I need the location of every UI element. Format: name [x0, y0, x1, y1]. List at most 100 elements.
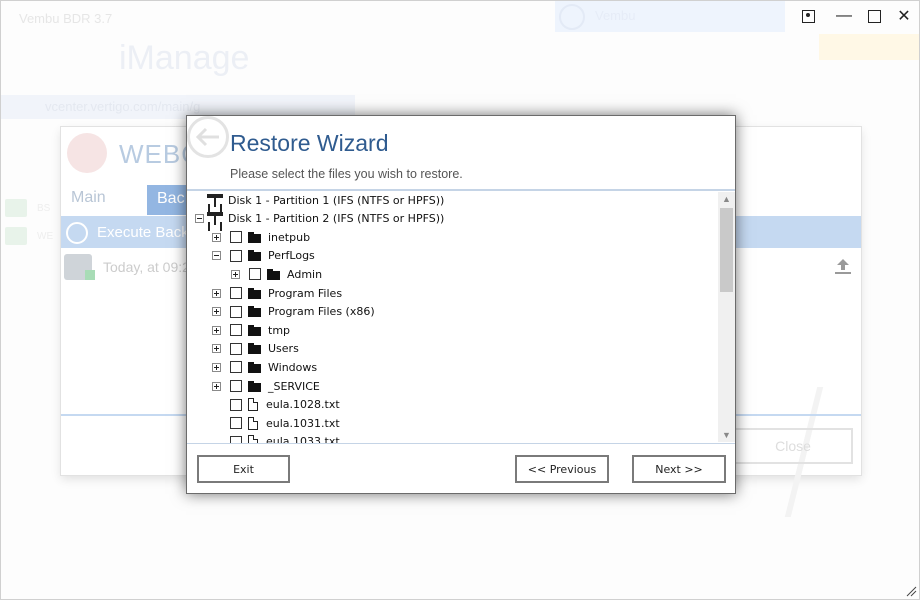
background-notice: [819, 34, 919, 60]
background-tab-main: Main: [71, 189, 106, 206]
background-close-button: Close: [733, 428, 853, 464]
folder-icon: [248, 306, 261, 318]
user-account-icon[interactable]: [797, 7, 819, 25]
tree-item-label: tmp: [268, 323, 291, 337]
tree-row[interactable]: eula.1031.txt: [212, 414, 340, 432]
select-checkbox[interactable]: [230, 398, 242, 411]
background-side-text-1: BS: [37, 203, 51, 214]
tree-row[interactable]: Program Files (x86): [212, 303, 375, 321]
tree-row[interactable]: _SERVICE: [212, 377, 320, 395]
resize-grip-icon[interactable]: [905, 585, 917, 597]
select-checkbox[interactable]: [230, 249, 242, 262]
folder-icon: [267, 268, 280, 280]
background-tab-text: vcenter.vertigo.com/main/g: [45, 99, 201, 114]
tree-item-label: eula.1033.txt: [266, 435, 340, 443]
banner-logo-icon: [559, 4, 585, 30]
tree-item-label: inetpub: [268, 230, 311, 244]
expand-toggle-icon[interactable]: [212, 307, 221, 317]
tree-row[interactable]: Admin: [231, 265, 322, 283]
dialog-subtitle: Please select the files you wish to rest…: [230, 167, 463, 181]
select-checkbox[interactable]: [230, 287, 242, 299]
folder-icon: [248, 250, 261, 262]
scroll-up-arrow-icon[interactable]: ▲: [718, 192, 735, 206]
tree-item-label: Program Files (x86): [268, 305, 375, 319]
expand-toggle-icon[interactable]: [212, 381, 221, 391]
close-window-button[interactable]: ✕: [893, 7, 915, 25]
background-banner: Vembu: [555, 1, 785, 32]
select-checkbox[interactable]: [249, 268, 261, 281]
tree-item-label: eula.1028.txt: [266, 398, 340, 412]
background-logo-icon: [67, 133, 107, 173]
back-arrow-glyph: [195, 127, 219, 147]
next-button[interactable]: Next >>: [632, 455, 726, 483]
tree-row[interactable]: Disk 1 - Partition 2 (IFS (NTFS or HPFS)…: [195, 210, 444, 228]
upload-icon: [835, 259, 851, 274]
server-icon: [64, 254, 95, 280]
file-icon: [248, 416, 258, 430]
previous-button[interactable]: << Previous: [515, 455, 609, 483]
select-checkbox[interactable]: [230, 342, 242, 355]
expand-toggle-icon[interactable]: [231, 269, 240, 279]
select-checkbox[interactable]: [230, 361, 242, 374]
folder-icon: [248, 287, 261, 299]
background-side-text-2: WE: [37, 231, 54, 242]
tree-row[interactable]: tmp: [212, 321, 290, 339]
folder-icon: [248, 343, 261, 355]
collapse-toggle-icon[interactable]: [212, 251, 221, 261]
background-brand: iManage: [119, 39, 250, 77]
expand-toggle-icon[interactable]: [212, 288, 221, 298]
tree-item-label: eula.1031.txt: [266, 416, 340, 430]
tree-item-label: Users: [268, 342, 299, 356]
application-window: Vembu BDR 3.7 Vembu iManage vcenter.vert…: [0, 0, 920, 600]
tree-item-label: Windows: [268, 360, 318, 374]
collapse-toggle-icon[interactable]: [195, 214, 204, 224]
select-checkbox[interactable]: [230, 417, 242, 430]
user-account-glyph: [801, 9, 815, 23]
tree-scrollbar[interactable]: ▲ ▼: [718, 192, 735, 442]
folder-icon: [248, 231, 261, 243]
tree-item-label: PerfLogs: [268, 249, 315, 263]
background-execute-label: Execute Back: [97, 224, 189, 241]
tree-row[interactable]: Users: [212, 340, 299, 358]
expand-toggle-icon[interactable]: [212, 362, 221, 372]
tree-item-label: Admin: [287, 267, 323, 281]
file-icon: [248, 398, 258, 412]
network-drive-icon: [207, 212, 223, 226]
tree-row[interactable]: PerfLogs: [212, 247, 315, 265]
select-checkbox[interactable]: [230, 305, 242, 318]
select-checkbox[interactable]: [230, 435, 242, 443]
folder-icon: [248, 324, 261, 336]
app-title: Vembu BDR 3.7: [19, 11, 113, 26]
select-checkbox[interactable]: [230, 380, 242, 392]
file-tree[interactable]: Disk 1 - Partition 1 (IFS (NTFS or HPFS)…: [187, 191, 717, 443]
tree-row[interactable]: Disk 1 - Partition 1 (IFS (NTFS or HPFS)…: [195, 191, 444, 209]
tree-row[interactable]: Program Files: [212, 284, 342, 302]
tree-row[interactable]: Windows: [212, 358, 317, 376]
scroll-down-arrow-icon[interactable]: ▼: [718, 428, 735, 442]
exit-button[interactable]: Exit: [197, 455, 290, 483]
tree-row[interactable]: eula.1033.txt: [212, 433, 340, 443]
select-checkbox[interactable]: [230, 231, 242, 244]
background-today-label: Today, at 09:2: [103, 259, 190, 275]
dialog-title: Restore Wizard: [230, 130, 389, 156]
restore-wizard-dialog: Restore Wizard Please select the files y…: [186, 115, 736, 494]
back-arrow-icon[interactable]: [187, 116, 229, 158]
tree-row[interactable]: inetpub: [212, 228, 310, 246]
expand-toggle-icon[interactable]: [212, 325, 221, 335]
expand-toggle-icon[interactable]: [212, 232, 221, 242]
folder-icon: [248, 361, 261, 373]
network-drive-icon: [207, 193, 223, 207]
select-checkbox[interactable]: [230, 324, 242, 337]
expand-toggle-icon[interactable]: [212, 344, 221, 354]
scrollbar-thumb[interactable]: [720, 208, 733, 292]
tree-item-label: Program Files: [268, 286, 343, 300]
tree-row[interactable]: eula.1028.txt: [212, 396, 340, 414]
file-icon: [248, 435, 258, 443]
tree-item-label: Disk 1 - Partition 1 (IFS (NTFS or HPFS)…: [228, 193, 445, 207]
download-icon: [66, 222, 88, 244]
tree-item-label: _SERVICE: [268, 379, 320, 393]
folder-icon: [248, 380, 261, 392]
minimize-button[interactable]: —: [833, 7, 855, 25]
background-side-icon-2: [5, 227, 27, 245]
maximize-button[interactable]: [863, 7, 885, 25]
